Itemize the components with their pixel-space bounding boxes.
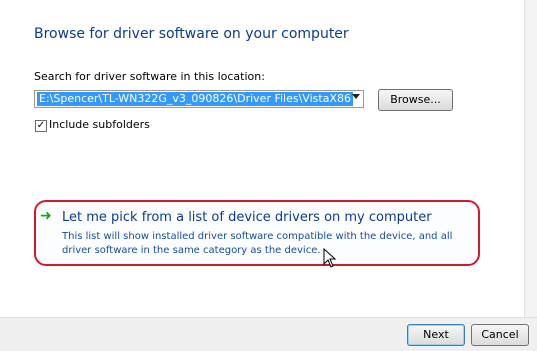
pick-from-list-title[interactable]: Let me pick from a list of device driver… (62, 210, 432, 225)
search-location-value[interactable]: E:\Spencer\TL-WN322G_v3_090826\Driver Fi… (37, 92, 353, 106)
mouse-cursor-icon (323, 248, 337, 268)
page-title: Browse for driver software on your compu… (34, 26, 349, 42)
search-location-combobox[interactable]: E:\Spencer\TL-WN322G_v3_090826\Driver Fi… (34, 90, 364, 108)
dialog-content: Browse for driver software on your compu… (0, 0, 525, 317)
next-button[interactable]: Next (407, 324, 465, 346)
search-location-label: Search for driver software in this locat… (34, 70, 265, 83)
vertical-scrollbar[interactable] (524, 0, 537, 317)
include-subfolders-checkbox[interactable]: ✓ (35, 120, 47, 132)
cancel-button[interactable]: Cancel (471, 324, 529, 346)
green-arrow-icon: ➜ (40, 208, 52, 224)
dialog-footer: Next Cancel (0, 317, 537, 351)
include-subfolders-label[interactable]: Include subfolders (49, 118, 150, 131)
chevron-down-icon[interactable] (352, 94, 360, 99)
pick-from-list-description: This list will show installed driver sof… (62, 231, 453, 256)
browse-button[interactable]: Browse... (378, 89, 453, 111)
